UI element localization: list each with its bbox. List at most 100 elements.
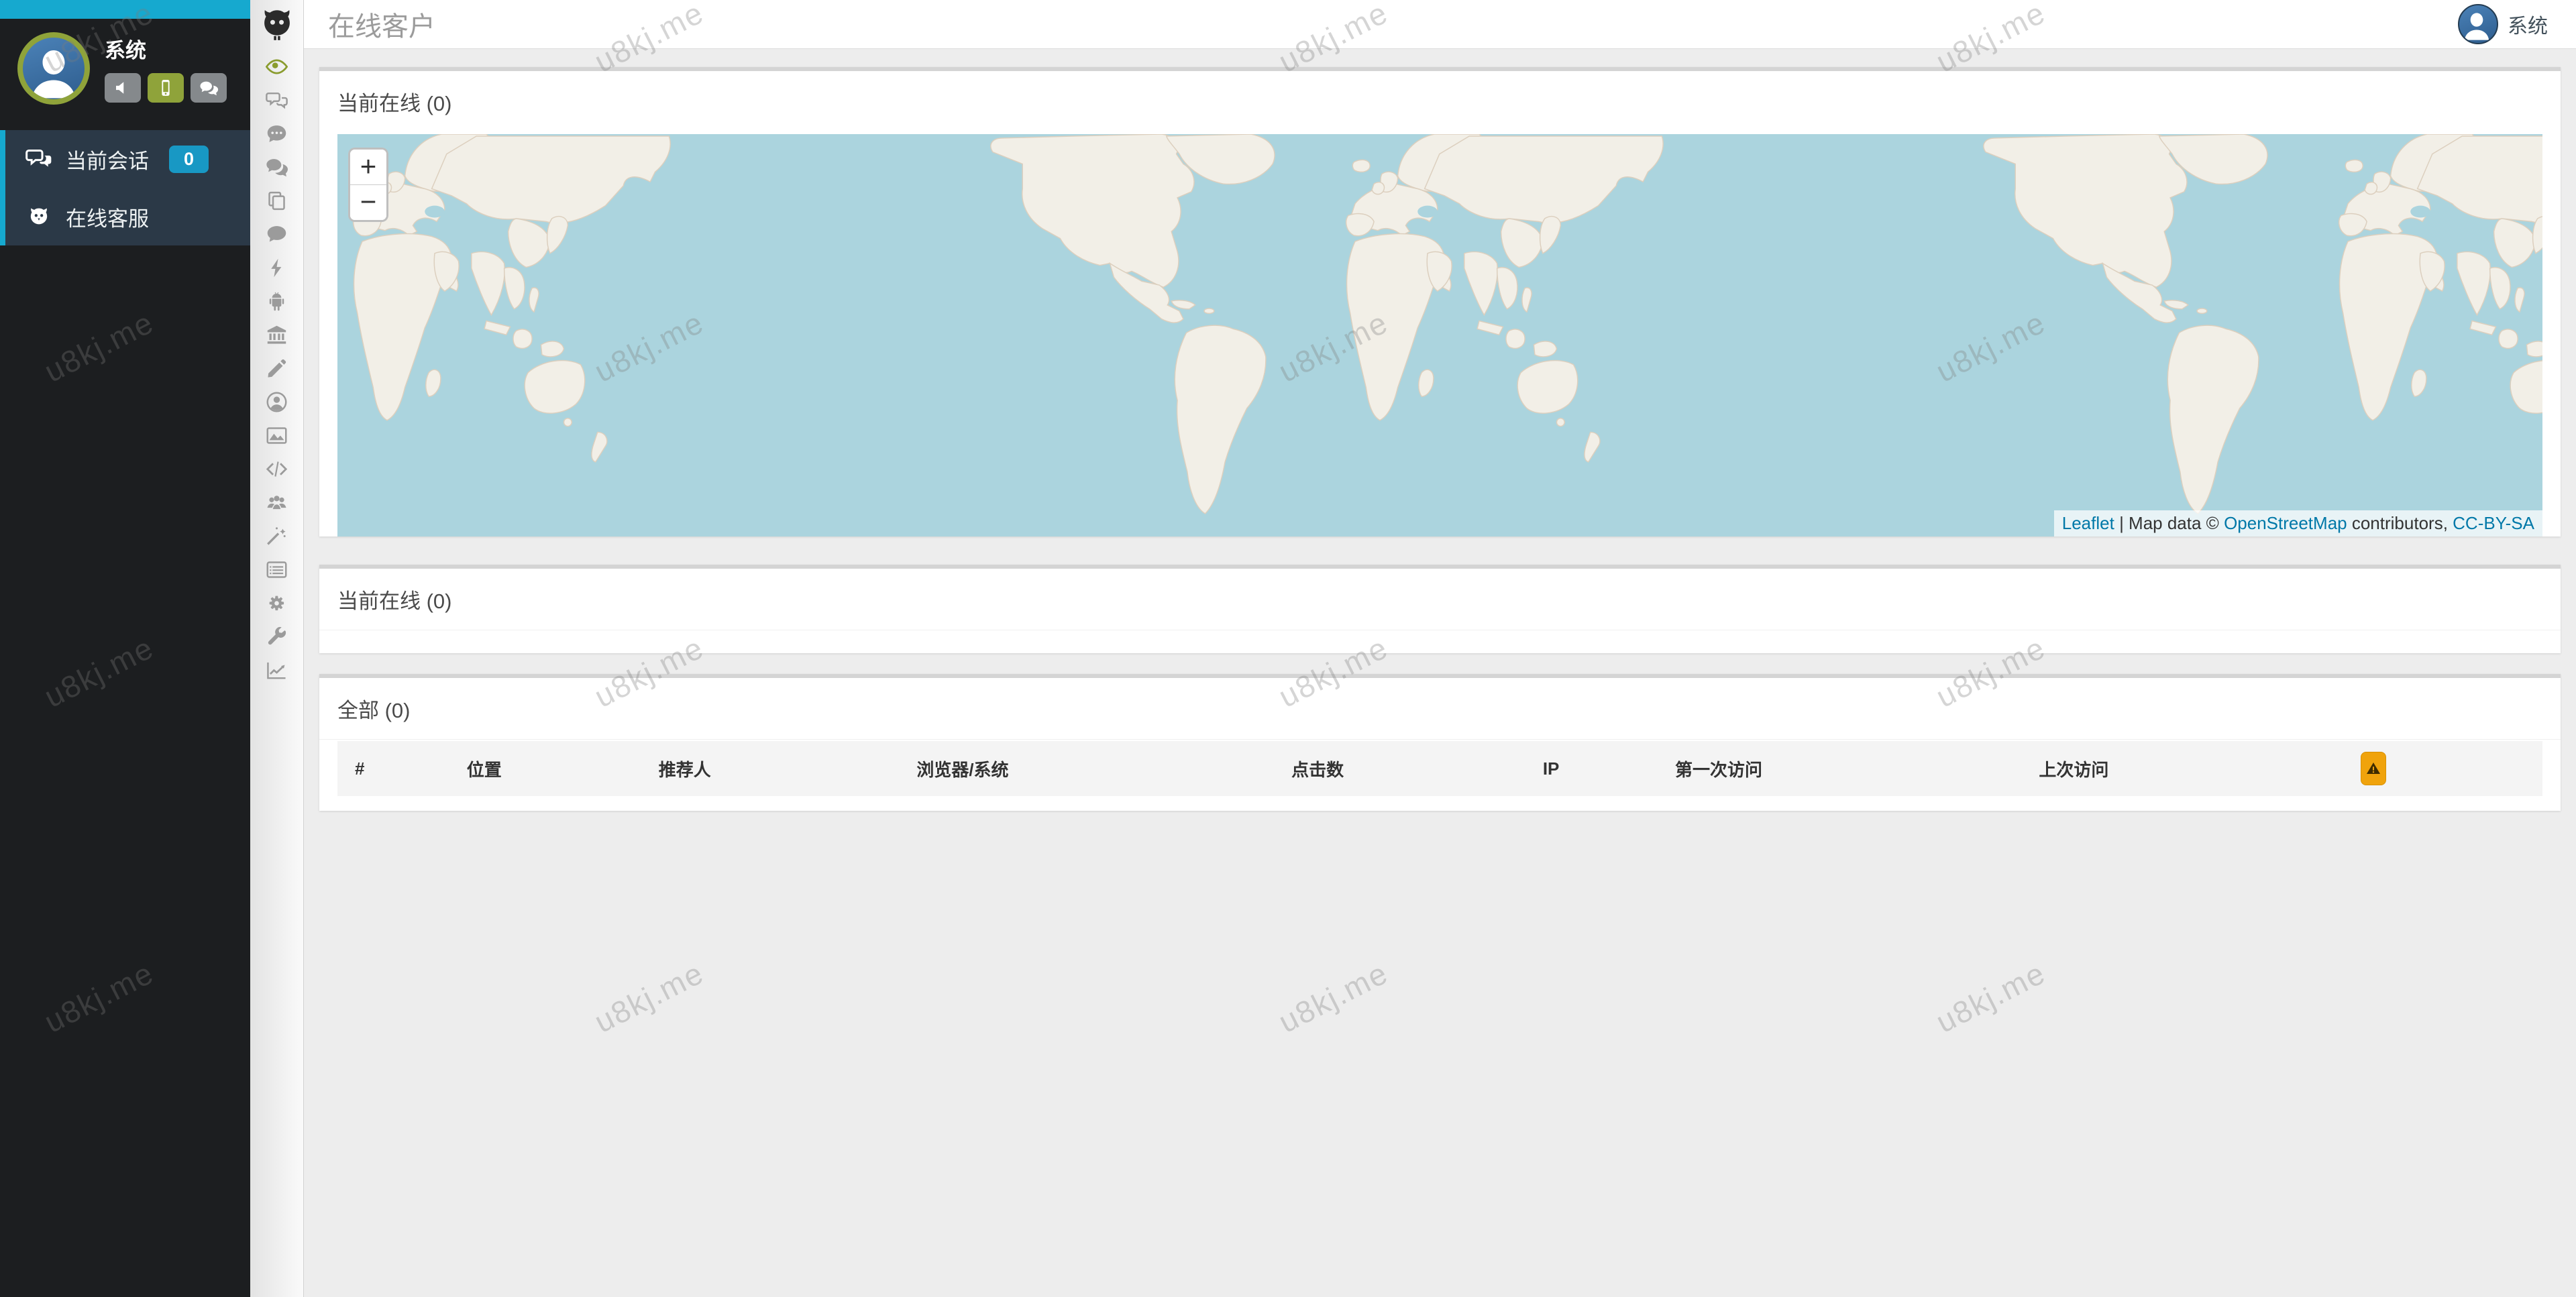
leaflet-link[interactable]: Leaflet: [2062, 513, 2114, 533]
column-header-label: 浏览器/系统: [916, 760, 1008, 780]
topbar-user-menu[interactable]: 系统: [2458, 4, 2548, 44]
speaker-button[interactable]: [105, 73, 141, 103]
rail-item-bank-icon[interactable]: [250, 318, 303, 351]
bank-icon: [266, 324, 288, 346]
rail-item-chat-bubbles-outline-icon[interactable]: [250, 83, 303, 117]
content: 当前在线 (0): [304, 49, 2576, 1297]
line-chart-icon: [266, 659, 288, 681]
warning-icon: [2365, 760, 2381, 777]
users-icon: [266, 492, 288, 514]
rail-item-comment-icon[interactable]: [250, 217, 303, 251]
user-avatar: [17, 32, 90, 105]
column-header-label: 第一次访问: [1675, 760, 1762, 780]
column-header-5: IP: [1535, 741, 1667, 796]
mobile-icon: [156, 78, 176, 98]
online-customer-service-app: 系统 当前会话0在线客服 在线客户 系统 当前在线: [0, 0, 2576, 1297]
rail-item-users-icon[interactable]: [250, 486, 303, 519]
rail-item-comment-dots-icon[interactable]: [250, 117, 303, 150]
warning-button[interactable]: [2361, 752, 2386, 785]
main-area: 在线客户 系统 当前在线 (0): [304, 0, 2576, 1297]
chat-bubbles-outline-icon: [266, 89, 288, 111]
speaker-icon: [113, 78, 133, 98]
map-zoom-control: + −: [348, 148, 388, 222]
column-header-3: 浏览器/系统: [908, 741, 1283, 796]
rail-item-chat-bubbles-filled-icon[interactable]: [250, 150, 303, 184]
sidebar-item-current-sessions[interactable]: 当前会话 0: [5, 130, 250, 188]
sidebar-menu: 当前会话 0 在线客服: [0, 130, 250, 245]
gear-icon: [266, 592, 288, 614]
agent-owl-icon: [25, 203, 52, 230]
panel-title-online-list: 当前在线 (0): [319, 569, 2561, 630]
rail-item-wrench-icon[interactable]: [250, 620, 303, 653]
attribution-text: | Map data ©: [2114, 513, 2224, 533]
openstreetmap-link[interactable]: OpenStreetMap: [2224, 513, 2347, 533]
chat-button[interactable]: [191, 73, 227, 103]
pencil-icon: [266, 357, 288, 380]
session-count-badge: 0: [169, 146, 209, 173]
column-header-6: 第一次访问: [1667, 741, 2031, 796]
list-icon: [266, 559, 288, 581]
column-header-label: 推荐人: [659, 760, 711, 780]
magic-wand-icon: [266, 525, 288, 547]
rail-item-user-circle-icon[interactable]: [250, 385, 303, 418]
sidebar-item-label: 在线客服: [66, 202, 149, 232]
sidebar-item-online-service[interactable]: 在线客服: [5, 188, 250, 245]
mobile-button[interactable]: [148, 73, 184, 103]
column-header-1: 位置: [459, 741, 651, 796]
profile-action-buttons: [105, 73, 227, 103]
person-icon: [2459, 8, 2494, 43]
eye-icon: [266, 56, 288, 78]
attribution-contributors: contributors,: [2347, 513, 2453, 533]
rail-item-bolt-icon[interactable]: [250, 251, 303, 284]
online-list-empty-body: [319, 630, 2561, 653]
rail-item-gear-icon[interactable]: [250, 586, 303, 620]
topbar: 在线客户 系统: [304, 0, 2576, 49]
visitors-table-wrap: # 位置推荐人 浏览器/系统 点击数 IP 第一次访问 上次访问: [319, 740, 2561, 811]
android-icon: [266, 290, 288, 313]
rail-item-pencil-icon[interactable]: [250, 351, 303, 385]
rail-item-line-chart-icon[interactable]: [250, 653, 303, 687]
rail-item-copy-icon[interactable]: [250, 184, 303, 217]
rail-item-picture-chart-icon[interactable]: [250, 418, 303, 452]
panel-online-list: 当前在线 (0): [319, 565, 2561, 653]
column-header-2: 推荐人: [651, 741, 909, 796]
rail-item-list-icon[interactable]: [250, 553, 303, 586]
map-zoom-in-button[interactable]: +: [350, 150, 386, 185]
column-header-label: #: [355, 758, 364, 779]
panel-title-online-map: 当前在线 (0): [319, 71, 2561, 132]
copy-icon: [266, 190, 288, 212]
map-attribution: Leaflet | Map data © OpenStreetMap contr…: [2054, 510, 2542, 537]
column-header-action: [2349, 741, 2542, 796]
rail-item-code-icon[interactable]: [250, 452, 303, 486]
owl-logo[interactable]: [250, 0, 303, 50]
world-map[interactable]: + − Leaflet | Map data © OpenStreetMap c…: [337, 134, 2542, 537]
column-header-label: IP: [1543, 758, 1560, 779]
map-zoom-out-button[interactable]: −: [350, 185, 386, 220]
picture-chart-icon: [266, 425, 288, 447]
icon-rail: [250, 0, 304, 1297]
user-name: 系统: [105, 34, 227, 64]
column-header-label: 上次访问: [2039, 760, 2108, 780]
user-panel: 系统: [0, 19, 250, 115]
column-header-7: 上次访问: [2031, 741, 2348, 796]
topbar-user-avatar: [2458, 4, 2498, 44]
page-title: 在线客户: [328, 5, 2458, 44]
world-map-tiles: [337, 134, 2542, 537]
code-icon: [266, 458, 288, 480]
person-icon: [23, 42, 85, 103]
owl-logo: [258, 6, 296, 44]
rail-item-eye-icon[interactable]: [250, 50, 303, 83]
sidebar: 系统 当前会话 0 在线客服: [0, 0, 250, 1297]
rail-item-magic-wand-icon[interactable]: [250, 519, 303, 553]
wrench-icon: [266, 626, 288, 648]
sidebar-item-label: 当前会话: [66, 144, 149, 174]
column-header-0: #: [337, 741, 459, 796]
column-header-4: 点击数: [1283, 741, 1535, 796]
panel-title-all-visitors: 全部 (0): [319, 678, 2561, 740]
panel-online-map: 当前在线 (0): [319, 67, 2561, 537]
license-link[interactable]: CC-BY-SA: [2453, 513, 2534, 533]
comment-icon: [266, 223, 288, 245]
chat-bubbles-icon: [25, 146, 52, 172]
column-header-label: 点击数: [1291, 760, 1344, 780]
rail-item-android-icon[interactable]: [250, 284, 303, 318]
